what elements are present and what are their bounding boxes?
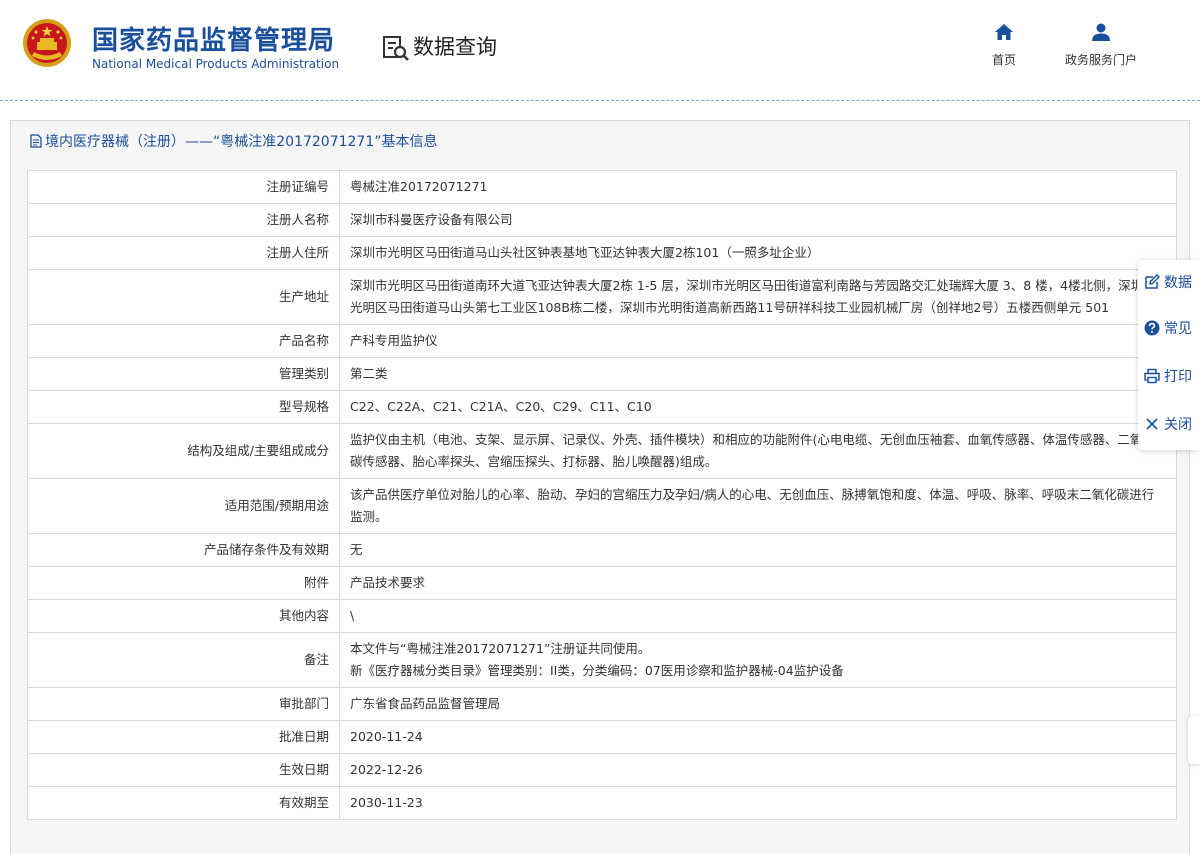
home-icon — [995, 24, 1013, 40]
row-value: 广东省食品药品监督管理局 — [339, 687, 1177, 721]
table-row: 有效期至 2030-11-23 — [27, 786, 1177, 820]
row-value: 2030-11-23 — [339, 786, 1177, 820]
detail-panel: 境内医疗器械（注册）——“粤械注准20172071271”基本信息 注册证编号粤… — [10, 120, 1190, 854]
row-label: 注册人名称 — [27, 203, 340, 237]
table-row: 生效日期 2022-12-26 — [27, 753, 1177, 787]
tool-faq-label: 常见 — [1164, 321, 1192, 337]
print-icon — [1144, 368, 1160, 384]
row-label: 备注 — [27, 632, 340, 688]
tool-print[interactable]: 打印 — [1144, 366, 1192, 390]
row-label: 审批部门 — [27, 687, 340, 721]
site-logo-title[interactable]: 国家药品监督管理局 — [92, 20, 335, 57]
site-header: 国家药品监督管理局 National Medical Products Admi… — [0, 0, 1200, 100]
table-row: 注册证编号 粤械注准20172071271 — [27, 170, 1177, 204]
nav-home-label: 首页 — [991, 53, 1016, 67]
row-value: 深圳市科曼医疗设备有限公司 — [339, 203, 1177, 237]
row-value: 2022-12-26 — [339, 753, 1177, 787]
row-label: 产品名称 — [27, 324, 340, 358]
header-divider — [0, 100, 1200, 101]
nav-home[interactable]: 首页 — [982, 22, 1026, 68]
nav-service-portal-label: 政务服务门户 — [1064, 53, 1137, 67]
row-label: 结构及组成/主要组成成分 — [27, 423, 340, 479]
detail-table: 注册证编号 粤械注准20172071271 注册人名称 深圳市科曼医疗设备有限公司 … — [27, 170, 1177, 820]
table-row: 注册人住所 深圳市光明区马田街道马山头社区钟表基地飞亚达钟表大厦2栋101（一照多… — [27, 236, 1177, 270]
row-label: 适用范围/预期用途 — [27, 478, 340, 534]
row-label: 有效期至 — [27, 786, 340, 820]
table-row: 适用范围/预期用途 该产品供医疗单位对胎儿的心率、胎动、孕妇的宫缩压力及孕妇/病人… — [27, 478, 1177, 534]
row-label: 生产地址 — [27, 269, 340, 325]
table-row: 审批部门 广东省食品药品监督管理局 — [27, 687, 1177, 721]
row-label: 批准日期 — [27, 720, 340, 754]
section-title: 数据查询 — [413, 35, 497, 59]
row-value: 产品技术要求 — [339, 566, 1177, 600]
tool-data[interactable]: 数据 — [1144, 272, 1192, 296]
tool-faq[interactable]: 常见 — [1144, 318, 1192, 342]
row-label: 型号规格 — [27, 390, 340, 424]
edit-icon — [1145, 274, 1160, 289]
row-label: 产品储存条件及有效期 — [27, 533, 340, 567]
row-label: 注册证编号 — [27, 170, 340, 204]
site-logo-subtitle: National Medical Products Administration — [92, 57, 340, 71]
row-value: 监护仪由主机（电池、支架、显示屏、记录仪、外壳、插件模块）和相应的功能附件(心电… — [339, 423, 1177, 479]
row-value: \ — [339, 599, 1177, 633]
table-row: 其他内容 \ — [27, 599, 1177, 633]
table-row: 产品储存条件及有效期无 — [27, 533, 1177, 567]
close-icon — [1146, 418, 1158, 430]
row-label: 附件 — [27, 566, 340, 600]
remark-line-1: 本文件与“粤械注准20172071271”注册证共同使用。 — [350, 641, 651, 656]
row-value: 第二类 — [339, 357, 1177, 391]
table-row: 批准日期 2020-11-24 — [27, 720, 1177, 754]
tool-close-label: 关闭 — [1164, 417, 1192, 433]
row-value: 产科专用监护仪 — [339, 324, 1177, 358]
table-row: 生产地址 深圳市光明区马田街道南环大道飞亚达钟表大厦2栋 1-5 层，深圳市光明区… — [27, 269, 1177, 325]
document-icon — [30, 134, 42, 148]
data-query-icon — [383, 36, 409, 61]
row-value: 无 — [339, 533, 1177, 567]
row-value: C22、C22A、C21、C21A、C20、C29、C11、C10 — [339, 390, 1177, 424]
tool-close[interactable]: 关闭 — [1144, 414, 1192, 438]
table-row: 附件 产品技术要求 — [27, 566, 1177, 600]
remark-line-2: 新《医疗器械分类目录》管理类别：II类，分类编码：07医用诊察和监护器械-04监… — [350, 663, 844, 678]
tool-data-label: 数据 — [1164, 275, 1192, 291]
panel-title: 境内医疗器械（注册）——“粤械注准20172071271”基本信息 — [29, 131, 437, 151]
row-label: 管理类别 — [27, 357, 340, 391]
row-value: 该产品供医疗单位对胎儿的心率、胎动、孕妇的宫缩压力及孕妇/病人的心电、无创血压、… — [339, 478, 1177, 534]
table-row: 注册人名称 深圳市科曼医疗设备有限公司 — [27, 203, 1177, 237]
row-label: 注册人住所 — [27, 236, 340, 270]
nav-service-portal[interactable]: 政务服务门户 — [1050, 22, 1152, 68]
row-value: 深圳市光明区马田街道南环大道飞亚达钟表大厦2栋 1-5 层，深圳市光明区马田街道… — [339, 269, 1177, 325]
table-row: 管理类别 第二类 — [27, 357, 1177, 391]
row-value: 2020-11-24 — [339, 720, 1177, 754]
row-label: 其他内容 — [27, 599, 340, 633]
table-row: 结构及组成/主要组成成分 监护仪由主机（电池、支架、显示屏、记录仪、外壳、插件模块… — [27, 423, 1177, 479]
table-row: 产品名称 产科专用监护仪 — [27, 324, 1177, 358]
row-value: 粤械注准20172071271 — [339, 170, 1177, 204]
table-row: 型号规格 C22、C22A、C21、C21A、C20、C29、C11、C10 — [27, 390, 1177, 424]
side-toolbar: 数据 常见 打印 关闭 — [1138, 260, 1200, 450]
user-icon — [1092, 23, 1110, 41]
tool-print-label: 打印 — [1164, 369, 1192, 385]
row-value: 深圳市光明区马田街道马山头社区钟表基地飞亚达钟表大厦2栋101（一照多址企业） — [339, 236, 1177, 270]
panel-title-text: 境内医疗器械（注册）——“粤械注准20172071271”基本信息 — [45, 134, 438, 150]
table-row: 备注 本文件与“粤械注准20172071271”注册证共同使用。新《医疗器械分类目… — [27, 632, 1177, 688]
row-label: 生效日期 — [27, 753, 340, 787]
national-emblem-icon — [23, 19, 71, 67]
row-value: 本文件与“粤械注准20172071271”注册证共同使用。新《医疗器械分类目录》… — [339, 632, 1177, 688]
help-icon — [1144, 320, 1160, 336]
back-to-top-tab[interactable] — [1188, 716, 1200, 764]
